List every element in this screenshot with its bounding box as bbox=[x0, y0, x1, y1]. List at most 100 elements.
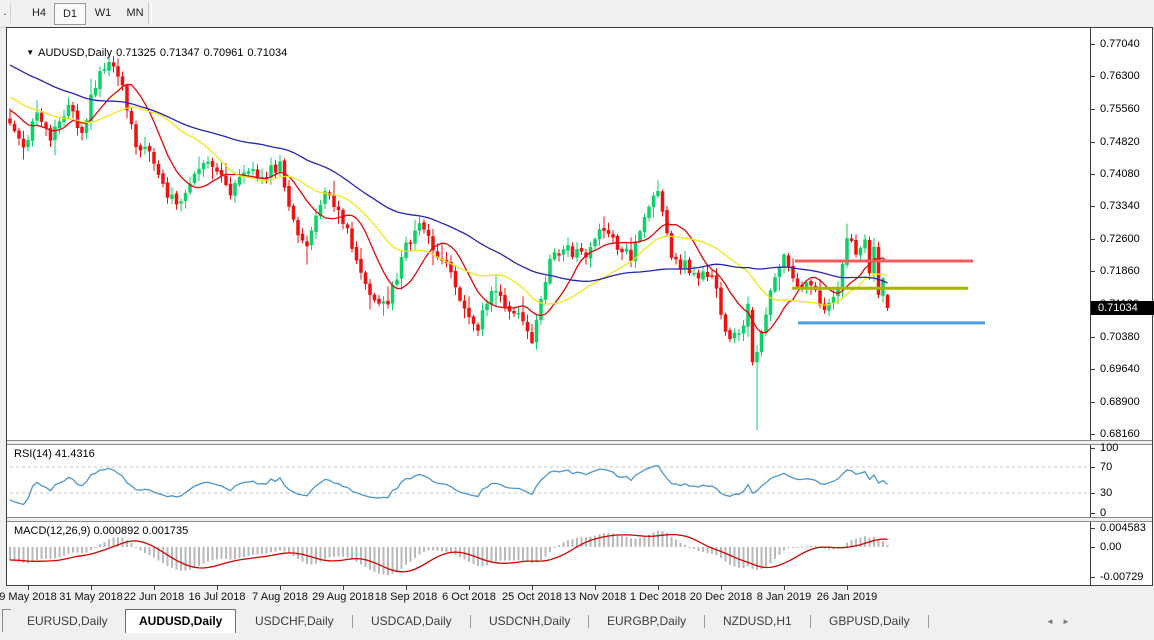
macd-histogram-bar bbox=[149, 547, 151, 555]
macd-histogram-bar bbox=[194, 547, 196, 568]
tab-gbpusd-daily[interactable]: GBPUSD,Daily bbox=[816, 611, 923, 631]
candle-body bbox=[504, 295, 507, 306]
price-tick-mark bbox=[1091, 337, 1095, 338]
rsi-indicator-chart[interactable] bbox=[7, 444, 1090, 517]
symbol-dropdown-icon[interactable]: ▼ bbox=[26, 48, 34, 57]
macd-histogram-bar bbox=[99, 544, 101, 547]
macd-histogram-bar bbox=[293, 547, 295, 556]
date-tick-mark bbox=[784, 586, 785, 590]
date-axis[interactable]: 9 May 201831 May 201822 Jun 201816 Jul 2… bbox=[0, 586, 1154, 607]
tab-audusd-daily[interactable]: AUDUSD,Daily bbox=[125, 609, 236, 633]
candle-body bbox=[171, 195, 174, 199]
candle-body bbox=[72, 105, 75, 111]
macd-histogram-bar bbox=[783, 547, 785, 551]
macd-histogram-bar bbox=[486, 547, 488, 565]
date-label: 7 Aug 2018 bbox=[252, 591, 308, 603]
macd-histogram-bar bbox=[774, 547, 776, 559]
tab-eurgbp-daily[interactable]: EURGBP,Daily bbox=[594, 611, 699, 631]
candle-body bbox=[229, 184, 232, 195]
tab-nzdusd-h1[interactable]: NZDUSD,H1 bbox=[710, 611, 805, 631]
date-label: 1 Dec 2018 bbox=[630, 591, 686, 603]
main-price-chart[interactable] bbox=[7, 28, 1090, 435]
macd-histogram-bar bbox=[860, 538, 862, 547]
date-tick-mark bbox=[595, 586, 596, 590]
macd-histogram-bar bbox=[234, 547, 236, 559]
macd-histogram-bar bbox=[153, 547, 155, 558]
date-label: 29 Aug 2018 bbox=[312, 591, 374, 603]
macd-histogram-bar bbox=[815, 546, 817, 547]
candle-body bbox=[805, 282, 808, 286]
macd-histogram-bar bbox=[873, 537, 875, 547]
macd-histogram-bar bbox=[437, 547, 439, 551]
macd-histogram-bar bbox=[675, 540, 677, 548]
candle-body bbox=[517, 313, 520, 314]
candle-body bbox=[783, 255, 786, 267]
candle-body bbox=[706, 272, 709, 277]
toolbar-separator bbox=[148, 2, 152, 24]
tab-eurusd-daily[interactable]: EURUSD,Daily bbox=[14, 611, 121, 631]
macd-histogram-bar bbox=[806, 546, 808, 547]
candle-body bbox=[99, 71, 102, 88]
macd-histogram-bar bbox=[563, 542, 565, 547]
candle-body bbox=[238, 177, 241, 184]
date-label: 6 Oct 2018 bbox=[442, 591, 496, 603]
candle-body bbox=[27, 140, 30, 146]
macd-histogram-bar bbox=[455, 547, 457, 555]
macd-histogram-bar bbox=[50, 547, 52, 559]
macd-histogram-bar bbox=[248, 547, 250, 556]
macd-histogram-bar bbox=[356, 547, 358, 562]
macd-histogram-bar bbox=[887, 545, 889, 547]
candle-body bbox=[58, 122, 61, 128]
candle-body bbox=[571, 246, 574, 256]
macd-histogram-bar bbox=[315, 547, 317, 564]
tabs-scroll-right-icon[interactable]: ► bbox=[1062, 617, 1070, 626]
macd-histogram-bar bbox=[104, 542, 106, 547]
timeframe-h4-button[interactable]: H4 bbox=[24, 3, 54, 23]
candle-body bbox=[621, 249, 624, 252]
macd-histogram-bar bbox=[576, 538, 578, 547]
candle-body bbox=[67, 105, 70, 116]
candle-body bbox=[414, 231, 417, 243]
moving-average-line[interactable] bbox=[10, 84, 888, 332]
candle-body bbox=[202, 163, 205, 169]
macd-histogram-bar bbox=[378, 547, 380, 574]
macd-histogram-bar bbox=[32, 547, 34, 562]
price-tick-mark bbox=[1091, 206, 1095, 207]
macd-histogram-bar bbox=[419, 547, 421, 554]
macd-histogram-bar bbox=[338, 547, 340, 556]
macd-histogram-bar bbox=[509, 547, 511, 561]
timeframe-mn-button[interactable]: MN bbox=[120, 3, 150, 23]
timeframe-d1-button[interactable]: D1 bbox=[54, 3, 86, 25]
toolbar-fragment-button[interactable]: . bbox=[0, 3, 11, 23]
candle-body bbox=[337, 207, 340, 210]
candle-body bbox=[612, 234, 615, 237]
macd-histogram-bar bbox=[518, 547, 520, 561]
macd-histogram-bar bbox=[801, 547, 803, 548]
macd-histogram-bar bbox=[176, 547, 178, 570]
candle-body bbox=[841, 264, 844, 287]
macd-histogram-bar bbox=[162, 547, 164, 563]
candle-body bbox=[738, 334, 741, 335]
macd-title: MACD(12,26,9) 0.000892 0.001735 bbox=[14, 525, 188, 537]
timeframe-w1-button[interactable]: W1 bbox=[88, 3, 118, 23]
candle-body bbox=[396, 280, 399, 285]
moving-average-line[interactable] bbox=[10, 97, 888, 305]
candle-body bbox=[247, 172, 250, 174]
candle-body bbox=[580, 248, 583, 251]
tab-usdcad-daily[interactable]: USDCAD,Daily bbox=[358, 611, 465, 631]
tab-usdchf-daily[interactable]: USDCHF,Daily bbox=[242, 611, 347, 631]
candle-body bbox=[175, 194, 178, 205]
tab-usdcnh-daily[interactable]: USDCNH,Daily bbox=[476, 611, 583, 631]
macd-histogram-bar bbox=[504, 547, 506, 561]
price-tick-mark bbox=[1091, 142, 1095, 143]
candle-body bbox=[693, 273, 696, 274]
candle-body bbox=[220, 170, 223, 175]
date-tick-mark bbox=[217, 586, 218, 590]
candle-body bbox=[774, 277, 777, 291]
candle-body bbox=[31, 122, 34, 141]
macd-histogram-bar bbox=[536, 547, 538, 562]
tabs-scroll-left-icon[interactable]: ◄ bbox=[1046, 617, 1054, 626]
macd-histogram-bar bbox=[207, 547, 209, 562]
macd-histogram-bar bbox=[401, 547, 403, 569]
candle-body bbox=[859, 248, 862, 255]
